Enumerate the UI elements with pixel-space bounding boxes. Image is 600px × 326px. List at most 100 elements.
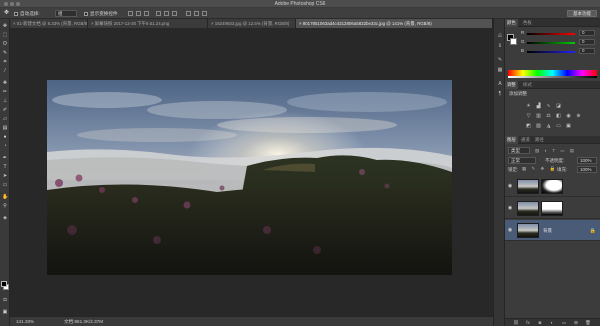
blend-mode-dropdown[interactable]: 正常 [508,157,536,164]
foreground-color-swatch[interactable] [1,281,7,287]
exposure-icon[interactable]: ◪ [555,103,562,109]
tab-color[interactable]: 颜色 [505,19,518,27]
hue-saturation-icon[interactable]: ▥ [535,113,542,119]
document-tab[interactable]: × 18249933.jpg @ 12.5% (背景, RGB/8) [208,19,296,28]
align-top-icon[interactable] [128,11,133,16]
screen-mode-icon[interactable]: ▣ [2,309,8,315]
marquee-tool-icon[interactable]: ⬚ [2,32,8,38]
brush-tool-icon[interactable]: ✏ [2,89,8,95]
blue-slider-track[interactable] [527,51,575,53]
zoom-level[interactable]: 141.33% [16,319,34,324]
properties-icon[interactable]: ℹ [497,43,503,49]
lasso-tool-icon[interactable]: ʘ [2,41,8,47]
history-icon[interactable]: ⎌ [497,33,503,39]
3d-tool-icon[interactable]: ◈ [2,215,8,221]
align-right-icon[interactable] [172,11,177,16]
selective-color-icon[interactable]: ▣ [565,123,572,129]
distribute-icon[interactable] [202,11,207,16]
document-tab[interactable]: × 屏幕快照 2017-12-30 下午9.51.24.png [88,19,208,28]
document-image[interactable] [47,80,452,275]
green-value-field[interactable]: 0 [579,39,595,45]
move-tool-icon[interactable]: ✥ [2,23,8,29]
red-slider-track[interactable] [527,33,575,35]
background-color-swatch[interactable] [510,38,517,45]
checkbox-icon[interactable] [84,11,88,16]
layer-row[interactable]: ◉ [505,198,600,219]
align-center-icon[interactable] [164,11,169,16]
vibrance-icon[interactable]: ▽ [525,113,532,119]
dodge-tool-icon[interactable]: ◔ [2,143,8,149]
visibility-eye-icon[interactable]: ◉ [507,205,513,211]
layer-row-selected[interactable]: ◉ 背景 🔒 [505,220,600,241]
threshold-icon[interactable]: ◮ [545,123,552,129]
invert-icon[interactable]: ◩ [525,123,532,129]
align-left-icon[interactable] [156,11,161,16]
layer-row[interactable]: ◉ [505,176,600,197]
tab-layers[interactable]: 图层 [505,136,518,144]
show-transform-checkbox[interactable]: 显示变换控件 [84,10,118,17]
gradient-tool-icon[interactable]: ▤ [2,125,8,131]
auto-select-checkbox[interactable]: 自动选择: [14,10,40,17]
blur-tool-icon[interactable]: ● [2,134,8,140]
shape-tool-icon[interactable]: ▭ [2,182,8,188]
eraser-tool-icon[interactable]: ▱ [2,116,8,122]
align-middle-icon[interactable] [136,11,141,16]
distribute-icon[interactable] [186,11,191,16]
color-balance-icon[interactable]: ⚖ [545,113,552,119]
healing-brush-tool-icon[interactable]: ✚ [2,80,8,86]
brightness-icon[interactable]: ☀ [525,103,532,109]
red-value-field[interactable]: 0 [579,30,595,36]
history-brush-tool-icon[interactable]: ✐ [2,107,8,113]
grayscale-ramp[interactable] [508,76,597,78]
align-bottom-icon[interactable] [144,11,149,16]
brush-panel-icon[interactable]: ✎ [497,57,503,63]
link-layers-icon[interactable]: ⛓ [513,320,519,326]
quick-mask-icon[interactable]: ◘ [2,297,8,303]
canvas-area[interactable] [10,28,493,316]
photo-filter-icon[interactable]: ◉ [565,113,572,119]
curves-icon[interactable]: ∿ [545,103,552,109]
quick-select-tool-icon[interactable]: ✎ [2,50,8,56]
clone-stamp-tool-icon[interactable]: ⊥ [2,98,8,104]
layer-mask-thumbnail[interactable] [541,179,563,194]
fill-field[interactable]: 100% [577,166,597,173]
character-icon[interactable]: A [497,81,503,87]
paragraph-icon[interactable]: ¶ [497,91,503,97]
path-selection-tool-icon[interactable]: ➤ [2,173,8,179]
crop-tool-icon[interactable]: ⌗ [2,59,8,65]
channel-mixer-icon[interactable]: ⊕ [575,113,582,119]
new-adjustment-icon[interactable]: ◐ [549,320,555,326]
new-group-icon[interactable]: ▭ [561,320,567,326]
move-tool-icon[interactable]: ✥ [4,10,9,16]
layer-mask-thumbnail[interactable] [541,201,563,216]
visibility-eye-icon[interactable]: ◉ [507,183,513,189]
brush-presets-icon[interactable]: ▦ [497,67,503,73]
layer-style-icon[interactable]: fx [525,320,531,326]
posterize-icon[interactable]: ▨ [535,123,542,129]
green-channel-slider[interactable]: G 0 [521,39,597,45]
layer-filter-icons[interactable]: ▨ ◐ T ▭ ▤ [535,148,595,153]
black-white-icon[interactable]: ◧ [555,113,562,119]
visibility-eye-icon[interactable]: ◉ [507,227,513,233]
lock-icons[interactable]: ▦ ✎ ✥ 🔒 [522,166,557,172]
add-mask-icon[interactable]: ◙ [537,320,543,326]
document-tab-active[interactable]: × 8017851063ad4c4312806a5832be33c.jpg @ … [296,19,493,28]
tab-styles[interactable]: 样式 [521,81,534,89]
zoom-tool-icon[interactable]: ⚲ [2,203,8,209]
auto-select-dropdown[interactable]: 组 [55,10,77,17]
levels-icon[interactable]: ▟ [535,103,542,109]
green-slider-track[interactable] [527,42,575,44]
distribute-icon[interactable] [194,11,199,16]
checkbox-icon[interactable] [14,11,18,16]
new-layer-icon[interactable]: ⊞ [573,320,579,326]
type-tool-icon[interactable]: T [2,164,8,170]
eyedropper-tool-icon[interactable]: ⁄ [2,68,8,74]
delete-layer-icon[interactable]: 🗑 [585,320,591,326]
pen-tool-icon[interactable]: ✒ [2,155,8,161]
blue-value-field[interactable]: 0 [579,48,595,54]
blue-channel-slider[interactable]: B 0 [521,48,597,54]
opacity-field[interactable]: 100% [577,157,597,164]
layer-kind-filter[interactable]: 类型 [508,147,530,154]
hand-tool-icon[interactable]: ✋ [2,194,8,200]
tab-adjustments[interactable]: 调整 [505,81,518,89]
